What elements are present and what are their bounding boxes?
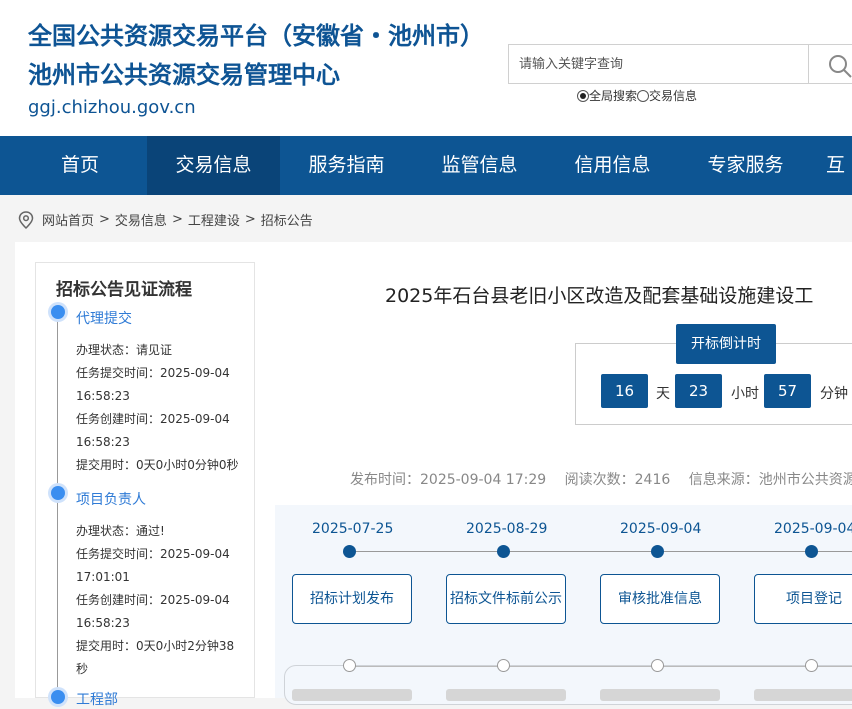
breadcrumb-separator: > <box>99 212 110 227</box>
site-title-line1: 全国公共资源交易平台（安徽省・池州市） <box>28 22 484 50</box>
timeline-line <box>57 313 58 703</box>
flow-dot-pending <box>651 659 664 672</box>
countdown-minutes: 57 <box>764 374 811 408</box>
breadcrumb-trade-info[interactable]: 交易信息 <box>115 210 167 229</box>
nav-item-home[interactable]: 首页 <box>14 136 146 195</box>
radio-trade-info[interactable] <box>637 89 650 102</box>
countdown-hours: 23 <box>675 374 722 408</box>
step-detail: 办理状态：请见证 任务提交时间：2025-09-04 16:58:23 任务创建… <box>76 339 241 477</box>
flow-stage-doc-publicity[interactable]: 招标文件标前公示 <box>446 574 566 624</box>
countdown-hours-unit: 小时 <box>731 386 759 402</box>
article-meta: 发布时间：2025-09-04 17:29 阅读次数：2416 信息来源：池州市… <box>350 469 852 489</box>
countdown-minutes-unit: 分钟 <box>820 386 848 402</box>
radio-trade-info-label[interactable]: 交易信息 <box>649 87 697 104</box>
step-name: 工程部 <box>76 692 118 708</box>
timeline-dot <box>51 486 65 500</box>
info-source: 信息来源：池州市公共资源交 <box>688 472 852 488</box>
search-icon <box>829 55 852 78</box>
nav-item-service-guide[interactable]: 服务指南 <box>280 136 413 195</box>
main-nav: 首页 交易信息 服务指南 监管信息 信用信息 专家服务 互 <box>0 136 852 195</box>
step-submit-time: 任务提交时间：2025-09-04 16:58:23 <box>76 366 230 403</box>
flow-dot-pending <box>343 659 356 672</box>
flow-stage-plan-release[interactable]: 招标计划发布 <box>292 574 412 624</box>
step-status: 办理状态：通过! <box>76 524 165 538</box>
step-detail: 办理状态：通过! 任务提交时间：2025-09-04 17:01:01 任务创建… <box>76 520 241 681</box>
step-create-time: 任务创建时间：2025-09-04 16:58:23 <box>76 412 230 449</box>
flow-date: 2025-07-25 <box>312 521 394 537</box>
step-duration: 提交用时：0天0小时0分钟0秒 <box>76 458 239 472</box>
search-scope: 全局搜索 交易信息 <box>577 87 697 104</box>
publish-time: 发布时间：2025-09-04 17:29 <box>350 472 547 488</box>
breadcrumb-separator: > <box>244 212 256 227</box>
flow-line <box>349 551 852 552</box>
flow-stage-placeholder[interactable] <box>292 689 412 701</box>
flow-stage-placeholder[interactable] <box>754 689 852 701</box>
site-title-line2: 池州市公共资源交易管理中心 <box>28 61 340 89</box>
step-create-time: 任务创建时间：2025-09-04 16:58:23 <box>76 593 230 630</box>
flow-stage-registration[interactable]: 项目登记 <box>754 574 852 624</box>
nav-item-credit[interactable]: 信用信息 <box>546 136 679 195</box>
breadcrumb-engineering[interactable]: 工程建设 <box>188 210 240 229</box>
nav-item-expert[interactable]: 专家服务 <box>679 136 812 195</box>
breadcrumb-home[interactable]: 网站首页 <box>42 210 94 229</box>
breadcrumb-separator: > <box>171 212 183 227</box>
site-domain: ggj.chizhou.gov.cn <box>28 97 196 118</box>
location-icon <box>18 210 34 229</box>
timeline-dot <box>51 305 65 319</box>
flow-dot <box>497 545 510 558</box>
flow-dot <box>651 545 664 558</box>
step-status: 办理状态：请见证 <box>76 343 173 357</box>
flow-stage-placeholder[interactable] <box>446 689 566 701</box>
sidebar-title: 招标公告见证流程 <box>56 280 192 300</box>
step-duration: 提交用时：0天0小时2分钟38秒 <box>76 639 235 676</box>
flow-date: 2025-09-04 <box>620 521 702 537</box>
countdown-label: 开标倒计时 <box>676 324 776 364</box>
flow-dot <box>805 545 818 558</box>
search-box <box>508 44 818 84</box>
nav-item-trade-info[interactable]: 交易信息 <box>147 136 280 195</box>
nav-item-interaction[interactable]: 互 <box>826 136 852 195</box>
flow-line-second <box>349 666 852 667</box>
countdown-days-unit: 天 <box>656 386 670 402</box>
article-title: 2025年石台县老旧小区改造及配套基础设施建设工 <box>385 285 814 307</box>
witness-process-sidebar: 招标公告见证流程 代理提交 办理状态：请见证 任务提交时间：2025-09-04… <box>35 262 255 708</box>
step-name: 项目负责人 <box>76 492 146 508</box>
nav-item-supervision[interactable]: 监管信息 <box>413 136 546 195</box>
view-count: 阅读次数：2416 <box>564 472 671 488</box>
flow-stage-approval[interactable]: 审核批准信息 <box>600 574 720 624</box>
breadcrumb-tender-notice[interactable]: 招标公告 <box>261 210 313 229</box>
flow-dot <box>343 545 356 558</box>
search-input[interactable] <box>509 45 809 83</box>
radio-global-search-label[interactable]: 全局搜索 <box>589 87 637 104</box>
search-button[interactable] <box>808 44 852 84</box>
countdown-days: 16 <box>601 374 648 408</box>
flow-stage-placeholder[interactable] <box>600 689 720 701</box>
step-submit-time: 任务提交时间：2025-09-04 17:01:01 <box>76 547 230 584</box>
flow-date: 2025-09-04 <box>774 521 852 537</box>
flow-dot-pending <box>497 659 510 672</box>
breadcrumb: 网站首页 > 交易信息 > 工程建设 > 招标公告 <box>18 210 313 229</box>
step-name: 代理提交 <box>76 311 132 327</box>
radio-global-search[interactable] <box>577 89 589 102</box>
timeline-dot <box>51 690 65 704</box>
flow-dot-pending <box>805 659 818 672</box>
flow-date: 2025-08-29 <box>466 521 548 537</box>
